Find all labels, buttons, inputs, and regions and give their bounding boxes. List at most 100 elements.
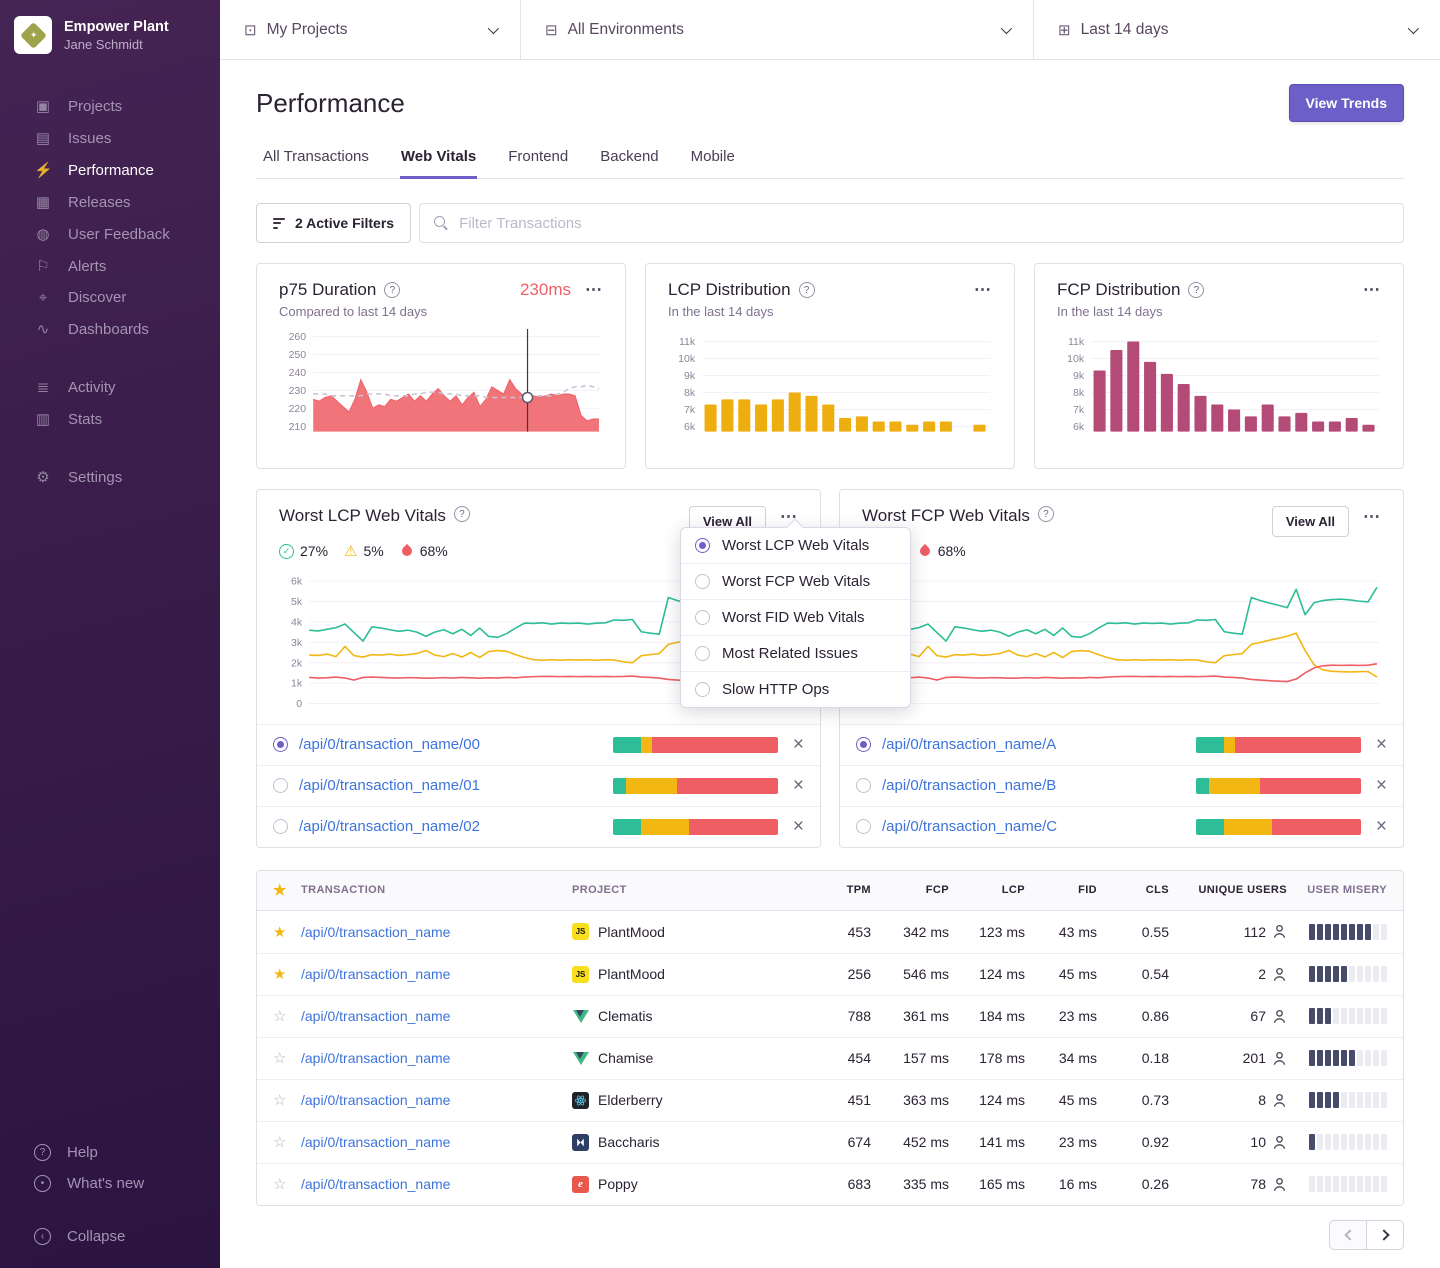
meh-segment [1224, 819, 1272, 835]
star-toggle[interactable]: ☆ [257, 1091, 301, 1109]
star-toggle[interactable]: ★ [257, 965, 301, 983]
menu-option-most-related-issues[interactable]: Most Related Issues [681, 635, 910, 671]
star-toggle[interactable]: ☆ [257, 1175, 301, 1193]
more-options-icon[interactable]: ⋯ [585, 285, 603, 295]
help-icon[interactable]: ? [384, 282, 400, 298]
column-header-user-misery[interactable]: USER MISERY [1287, 884, 1403, 896]
tab-backend[interactable]: Backend [599, 142, 659, 178]
date-filter-dropdown[interactable]: ⊞ Last 14 days [1034, 0, 1440, 59]
star-toggle[interactable]: ☆ [257, 1049, 301, 1067]
transaction-link[interactable]: /api/0/transaction_name [301, 924, 572, 940]
help-icon[interactable]: ? [1038, 506, 1054, 522]
sidebar-item-performance[interactable]: ⚡Performance [0, 154, 220, 186]
column-header-cls[interactable]: CLS [1097, 884, 1169, 896]
tab-frontend[interactable]: Frontend [507, 142, 569, 178]
menu-option-slow-http-ops[interactable]: Slow HTTP Ops [681, 671, 910, 707]
sidebar-item-releases[interactable]: ▦Releases [0, 186, 220, 218]
menu-option-worst-fid-web-vitals[interactable]: Worst FID Web Vitals [681, 599, 910, 635]
radio-button[interactable] [695, 682, 710, 697]
project-cell[interactable]: ePoppy [572, 1176, 807, 1193]
star-toggle[interactable]: ★ [257, 923, 301, 941]
column-header-transaction[interactable]: TRANSACTION [301, 884, 572, 896]
help-icon[interactable]: ? [799, 282, 815, 298]
close-icon[interactable]: × [793, 776, 804, 795]
radio-button[interactable] [695, 574, 710, 589]
close-icon[interactable]: × [1376, 776, 1387, 795]
tab-mobile[interactable]: Mobile [690, 142, 736, 178]
view-all-button[interactable]: View All [1272, 506, 1349, 537]
project-filter-dropdown[interactable]: ⊡ My Projects [220, 0, 521, 59]
transaction-link[interactable]: /api/0/transaction_name [301, 966, 572, 982]
sidebar-item-collapse[interactable]: ‹Collapse [0, 1221, 220, 1252]
tab-web-vitals[interactable]: Web Vitals [400, 142, 477, 179]
transaction-link[interactable]: /api/0/transaction_name [301, 1092, 572, 1108]
project-cell[interactable]: JSPlantMood [572, 923, 807, 940]
transaction-link[interactable]: /api/0/transaction_name/B [882, 777, 1196, 794]
sidebar-item-user-feedback[interactable]: ◍User Feedback [0, 218, 220, 250]
search-box[interactable] [419, 203, 1404, 243]
transaction-link[interactable]: /api/0/transaction_name [301, 1134, 572, 1150]
sidebar-item-stats[interactable]: ▥Stats [0, 403, 220, 435]
org-switcher[interactable]: ✦ Empower Plant Jane Schmidt [0, 0, 220, 68]
sidebar-item-discover[interactable]: ⌖Discover [0, 282, 220, 313]
sidebar-item-alerts[interactable]: ⚐Alerts [0, 250, 220, 282]
sidebar-item-projects[interactable]: ▣Projects [0, 90, 220, 122]
close-icon[interactable]: × [793, 817, 804, 836]
more-options-icon[interactable]: ⋯ [1363, 285, 1381, 295]
project-cell[interactable]: Chamise [572, 1050, 807, 1067]
close-icon[interactable]: × [1376, 735, 1387, 754]
radio-button[interactable] [695, 610, 710, 625]
radio-button[interactable] [273, 778, 288, 793]
user-icon [1272, 1135, 1287, 1150]
tab-all-transactions[interactable]: All Transactions [262, 142, 370, 178]
star-toggle[interactable]: ☆ [257, 1133, 301, 1151]
more-options-icon[interactable]: ⋯ [1363, 512, 1381, 522]
transaction-link[interactable]: /api/0/transaction_name/00 [299, 736, 613, 753]
menu-option-worst-fcp-web-vitals[interactable]: Worst FCP Web Vitals [681, 563, 910, 599]
help-icon[interactable]: ? [1188, 282, 1204, 298]
project-cell[interactable]: Elderberry [572, 1092, 807, 1109]
search-input[interactable] [459, 215, 1389, 232]
column-header-unique-users[interactable]: UNIQUE USERS [1169, 884, 1287, 896]
transaction-link[interactable]: /api/0/transaction_name [301, 1050, 572, 1066]
radio-button[interactable] [856, 819, 871, 834]
radio-button[interactable] [273, 819, 288, 834]
sidebar-item-settings[interactable]: ⚙Settings [0, 461, 220, 493]
star-toggle[interactable]: ☆ [257, 1007, 301, 1025]
sidebar-item-dashboards[interactable]: ∿Dashboards [0, 313, 220, 345]
sidebar-item-help[interactable]: ?Help [0, 1137, 220, 1168]
cell-cls: 0.54 [1097, 966, 1169, 982]
radio-button[interactable] [856, 737, 871, 752]
radio-button[interactable] [695, 646, 710, 661]
previous-page-button[interactable] [1329, 1220, 1367, 1250]
transaction-link[interactable]: /api/0/transaction_name [301, 1176, 572, 1192]
favorite-column-star-icon[interactable]: ★ [257, 881, 301, 899]
view-trends-button[interactable]: View Trends [1289, 84, 1404, 122]
column-header-lcp[interactable]: LCP [949, 884, 1025, 896]
transaction-link[interactable]: /api/0/transaction_name/02 [299, 818, 613, 835]
column-header-fid[interactable]: FID [1025, 884, 1097, 896]
sidebar-item-activity[interactable]: ≣Activity [0, 371, 220, 403]
radio-button[interactable] [856, 778, 871, 793]
project-cell[interactable]: Clematis [572, 1008, 807, 1025]
sidebar-item-what-s-new[interactable]: •What's new [0, 1168, 220, 1199]
environment-filter-dropdown[interactable]: ⊟ All Environments [521, 0, 1034, 59]
column-header-fcp[interactable]: FCP [871, 884, 949, 896]
sidebar-item-issues[interactable]: ▤Issues [0, 122, 220, 154]
close-icon[interactable]: × [793, 735, 804, 754]
project-cell[interactable]: JSPlantMood [572, 966, 807, 983]
column-header-project[interactable]: PROJECT [572, 884, 807, 896]
radio-button[interactable] [695, 538, 710, 553]
active-filters-button[interactable]: 2 Active Filters [256, 203, 411, 243]
transaction-link[interactable]: /api/0/transaction_name/A [882, 736, 1196, 753]
help-icon[interactable]: ? [454, 506, 470, 522]
radio-button[interactable] [273, 737, 288, 752]
transaction-link[interactable]: /api/0/transaction_name/01 [299, 777, 613, 794]
more-options-icon[interactable]: ⋯ [974, 285, 992, 295]
transaction-link[interactable]: /api/0/transaction_name/C [882, 818, 1196, 835]
project-cell[interactable]: Baccharis [572, 1134, 807, 1151]
column-header-tpm[interactable]: TPM [807, 884, 871, 896]
close-icon[interactable]: × [1376, 817, 1387, 836]
transaction-link[interactable]: /api/0/transaction_name [301, 1008, 572, 1024]
next-page-button[interactable] [1366, 1220, 1404, 1250]
